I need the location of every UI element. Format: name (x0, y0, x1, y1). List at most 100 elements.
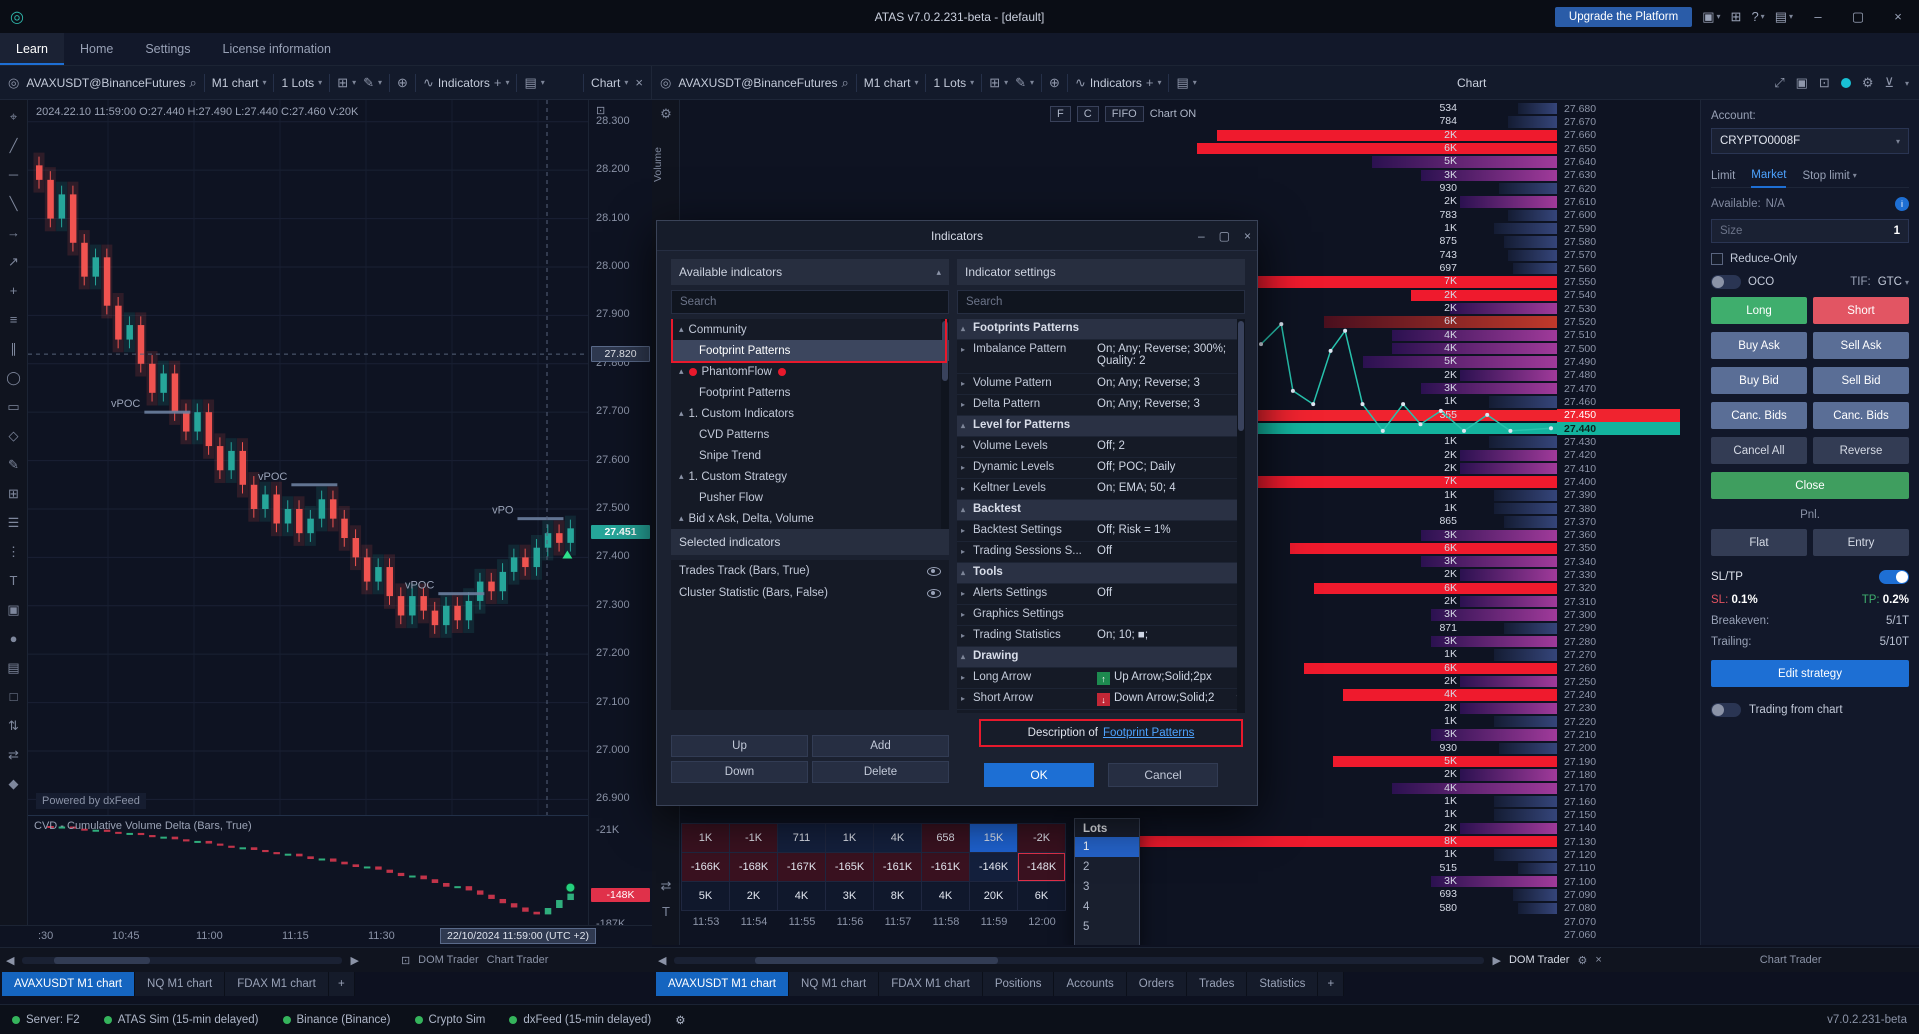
close-position-button[interactable]: Close (1711, 472, 1909, 499)
tree-item[interactable]: Pusher Flow (671, 487, 949, 508)
settings-row[interactable]: ▸Alerts SettingsOff (957, 584, 1245, 605)
horizontal-line-icon[interactable]: ─ (0, 160, 27, 189)
table-cell[interactable]: -2K (1017, 823, 1066, 853)
filled-square-icon[interactable]: ▣ (0, 595, 27, 624)
drawing-button[interactable]: ✎▾ (1015, 75, 1034, 91)
cancel-button[interactable]: Cancel (1108, 763, 1218, 787)
text-icon[interactable]: T (0, 566, 27, 595)
ladder-row[interactable]: 51527.110 (1071, 862, 1686, 875)
add-button[interactable]: Add (812, 735, 949, 757)
ladder-row[interactable]: 2K27.610 (1071, 195, 1686, 208)
table-cell[interactable]: 4K (921, 881, 970, 911)
status-item[interactable]: ATAS Sim (15-min delayed) (104, 1014, 259, 1026)
settings-row[interactable]: ▸Trading StatisticsOn; 10; ■; (957, 626, 1245, 647)
add-tab-button[interactable]: + (329, 972, 355, 996)
camera-icon[interactable]: ▣ (1796, 75, 1808, 91)
candlestick-chart[interactable]: 2024.22.10 11:59:00 O:27.440 H:27.490 L:… (28, 100, 588, 815)
table-cell[interactable]: 658 (921, 823, 970, 853)
info-icon[interactable]: i (1895, 197, 1909, 211)
maximize-button[interactable]: ▢ (1843, 9, 1873, 25)
grid-layout-icon[interactable]: ⊞ (1731, 9, 1742, 25)
lots-option-5[interactable]: 5 (1075, 917, 1139, 937)
dots-icon[interactable]: ⋮ (0, 537, 27, 566)
cancel-bids-button-2[interactable]: Canc. Bids (1813, 402, 1909, 429)
settings-value[interactable]: On; EMA; 50; 4 (1093, 479, 1245, 499)
table-cell[interactable]: 4K (873, 823, 922, 853)
cursor-icon[interactable]: ⌖ (0, 102, 27, 131)
scroll-right-icon[interactable]: ▶ (1492, 954, 1500, 967)
status-item[interactable]: dxFeed (15-min delayed) (509, 1014, 651, 1026)
tab-accounts[interactable]: Accounts (1054, 972, 1126, 996)
description-link[interactable]: Footprint Patterns (1103, 727, 1194, 739)
expand-arrow-icon[interactable]: ▸ (961, 526, 965, 535)
diamond-icon[interactable]: ◆ (0, 769, 27, 798)
expand-arrow-icon[interactable]: ▸ (961, 589, 965, 598)
expand-arrow-icon[interactable]: ▸ (961, 400, 965, 409)
ladder-row[interactable]: 93027.620 (1071, 182, 1686, 195)
tab-fdax-m1-chart[interactable]: FDAX M1 chart (225, 972, 329, 996)
flag-c[interactable]: C (1077, 106, 1099, 122)
tab-stop-limit[interactable]: Stop limit▾ (1802, 164, 1856, 187)
table-cell[interactable]: -165K (825, 852, 874, 882)
expand-arrow-icon[interactable]: ▴ (679, 408, 684, 419)
status-item[interactable]: Server: F2 (12, 1014, 80, 1026)
selected-indicator-item[interactable]: Cluster Statistic (Bars, False) (671, 582, 949, 604)
lots-option-4[interactable]: 4 (1075, 897, 1139, 917)
ladder-row[interactable]: 69327.090 (1071, 888, 1686, 901)
table-cell[interactable]: 5K (681, 881, 730, 911)
ladder-row[interactable]: 58027.080 (1071, 902, 1686, 915)
tree-item[interactable]: ▴1. Custom Indicators (671, 403, 949, 424)
ladder-row[interactable]: 1K27.150 (1071, 808, 1686, 821)
settings-row[interactable]: ▸Graphics Settings (957, 605, 1245, 626)
arrow-icon[interactable]: → (0, 218, 27, 247)
ladder-row[interactable]: 3K27.100 (1071, 875, 1686, 888)
ladder-row[interactable]: 2K27.140 (1071, 822, 1686, 835)
table-cell[interactable]: 3K (825, 881, 874, 911)
available-search-input[interactable]: Search (671, 290, 949, 314)
chart-type-button[interactable]: ⊞▾ (337, 75, 356, 91)
table-cell[interactable]: 8K (873, 881, 922, 911)
table-cell[interactable]: 20K (969, 881, 1018, 911)
panels-icon[interactable]: ▤▾ (1775, 9, 1793, 25)
expand-arrow-icon[interactable]: ▴ (679, 324, 684, 335)
channel-icon[interactable]: ∥ (0, 334, 27, 363)
settings-value[interactable]: Off; Risk = 1% (1093, 521, 1245, 541)
lots-selector[interactable]: 1 Lots▾ (933, 76, 974, 90)
up-button[interactable]: Up (671, 735, 808, 757)
buy-ask-button[interactable]: Buy Ask (1711, 332, 1807, 359)
entry-button[interactable]: Entry (1813, 529, 1909, 556)
upgrade-platform-button[interactable]: Upgrade the Platform (1555, 7, 1692, 27)
dialog-minimize-button[interactable]: – (1198, 229, 1205, 243)
settings-group[interactable]: ▴Level for Patterns (957, 416, 1245, 437)
dialog-maximize-button[interactable]: ▢ (1219, 229, 1230, 243)
visibility-eye-icon[interactable] (927, 589, 941, 598)
table-cell[interactable]: -161K (921, 852, 970, 882)
expand-arrow-icon[interactable]: ▴ (679, 471, 684, 482)
swap-icon[interactable]: ⇄ (652, 878, 680, 894)
settings-row[interactable]: ▸Volume LevelsOff; 2 (957, 437, 1245, 458)
settings-value[interactable]: On; Any; Reverse; 3 (1093, 374, 1245, 394)
tree-item[interactable]: Snipe Trend (671, 445, 949, 466)
chevron-down-icon[interactable]: ▾ (1905, 79, 1909, 88)
scroll-left-icon[interactable]: ◀ (6, 954, 14, 967)
settings-value[interactable]: Off; 2 (1093, 437, 1245, 457)
table-cell[interactable]: 4K (777, 881, 826, 911)
swap-vertical-icon[interactable]: ⇅ (0, 711, 27, 740)
tab-trades[interactable]: Trades (1187, 972, 1247, 996)
table-cell[interactable]: 1K (681, 823, 730, 853)
table-cell[interactable]: -166K (681, 852, 730, 882)
tab-statistics[interactable]: Statistics (1247, 972, 1318, 996)
status-item[interactable]: Crypto Sim (415, 1014, 486, 1026)
levels-icon[interactable]: ≡ (0, 305, 27, 334)
ladder-row[interactable]: 8K27.130 (1071, 835, 1686, 848)
tab-avaxusdt-m1-chart[interactable]: AVAXUSDT M1 chart (2, 972, 135, 996)
edit-strategy-button[interactable]: Edit strategy (1711, 660, 1909, 687)
horizontal-scrollbar[interactable] (22, 957, 342, 964)
minimize-button[interactable]: – (1803, 9, 1833, 24)
ellipse-icon[interactable]: ◯ (0, 363, 27, 392)
scroll-right-icon[interactable]: ▶ (350, 954, 358, 967)
chart-style-selector[interactable]: Chart▾ (591, 76, 628, 90)
display-settings-icon[interactable]: ▣▾ (1702, 9, 1720, 25)
chart-trader-tab[interactable]: Chart Trader (1760, 954, 1822, 966)
expand-arrow-icon[interactable]: ▸ (961, 442, 965, 451)
